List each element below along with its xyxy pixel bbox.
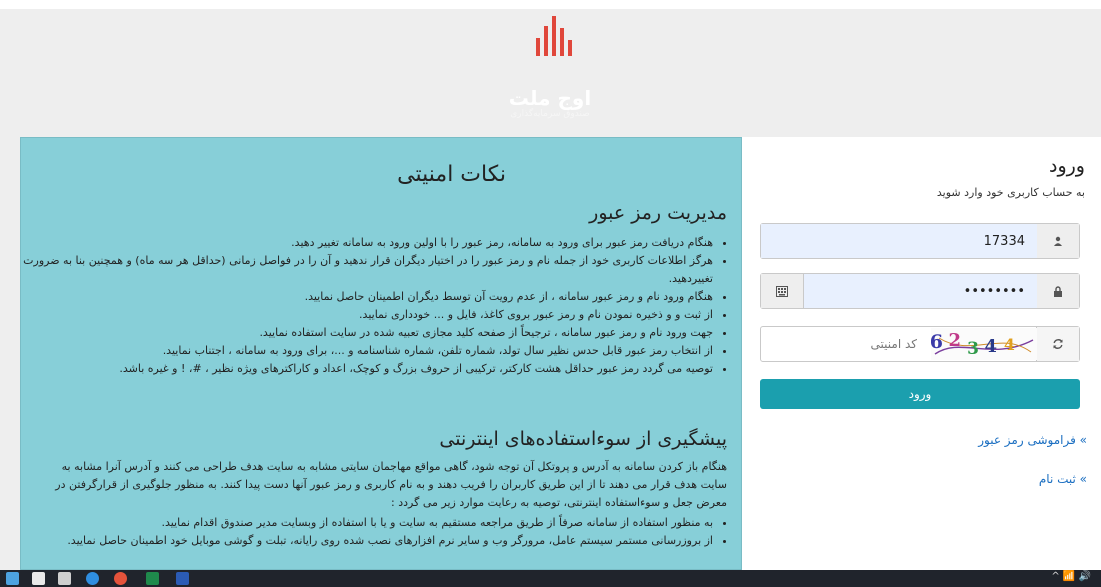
edge-icon[interactable]	[86, 572, 99, 585]
login-title: ورود	[1049, 155, 1085, 177]
svg-text:6: 6	[931, 331, 943, 353]
abuse-section-title: پیشگیری از سوءاستفاده‌های اینترنتی	[439, 428, 727, 450]
captcha-input[interactable]	[803, 327, 929, 361]
keyboard-icon[interactable]	[761, 274, 804, 308]
list-item: هنگام ورود نام و رمز عبور سامانه ، از عد…	[23, 288, 713, 306]
password-tips-list: هنگام دریافت رمز عبور برای ورود به سامان…	[23, 234, 735, 378]
excel-icon[interactable]	[146, 572, 159, 585]
abuse-tips-list: به منظور استفاده از سامانه صرفاً از طریق…	[23, 514, 735, 550]
top-strip	[0, 0, 1101, 9]
list-item: از بروزرسانی مستمر سیستم عامل، مرورگر وب…	[23, 532, 713, 550]
mail-icon[interactable]	[58, 572, 71, 585]
list-item: هرگز اطلاعات کاربری خود از جمله نام و رم…	[23, 252, 713, 288]
list-item: به منظور استفاده از سامانه صرفاً از طریق…	[23, 514, 713, 532]
system-tray[interactable]: ^ 📶 🔊	[1051, 571, 1091, 582]
word-icon[interactable]	[176, 572, 189, 585]
logo-bars-icon	[536, 16, 572, 56]
login-panel: ورود به حساب کاربری خود وارد شوید 6 2 3 …	[742, 137, 1101, 570]
forgot-password-link[interactable]: » فراموشی رمز عبور	[978, 433, 1087, 447]
svg-text:3: 3	[967, 339, 979, 359]
file-explorer-icon[interactable]	[6, 572, 19, 585]
captcha-field: 6 2 3 4 4	[760, 326, 1080, 362]
brand-logo: اوج ملت صندوق سرمایه‌گذاری	[0, 12, 1101, 122]
refresh-icon[interactable]	[1036, 327, 1079, 361]
brand-tagline: صندوق سرمایه‌گذاری	[510, 109, 590, 119]
svg-text:4: 4	[984, 336, 997, 357]
password-field	[760, 273, 1080, 309]
user-icon	[1036, 224, 1079, 258]
chrome-icon[interactable]	[114, 572, 127, 585]
username-input[interactable]	[761, 224, 1037, 258]
password-section-title: مدیریت رمز عبور	[589, 202, 727, 224]
security-tips-panel: نکات امنیتی مدیریت رمز عبور هنگام دریافت…	[20, 137, 742, 570]
taskbar: ^ 📶 🔊	[0, 570, 1101, 587]
password-input[interactable]	[803, 274, 1037, 308]
list-item: از ثبت و و ذخیره نمودن نام و رمز عبور بر…	[23, 306, 713, 324]
login-subtitle: به حساب کاربری خود وارد شوید	[936, 186, 1085, 199]
list-item: توصیه می گردد رمز عبور حداقل هشت کارکتر،…	[23, 360, 713, 378]
svg-text:4: 4	[1004, 335, 1015, 354]
login-button[interactable]: ورود	[760, 379, 1080, 409]
register-link[interactable]: » ثبت نام	[1039, 472, 1087, 486]
lock-icon	[1036, 274, 1079, 308]
abuse-paragraph: هنگام باز کردن سامانه به آدرس و پروتکل آ…	[55, 460, 727, 509]
captcha-image: 6 2 3 4 4	[931, 328, 1037, 360]
svg-text:2: 2	[948, 330, 961, 351]
username-field	[760, 223, 1080, 259]
list-item: از انتخاب رمز عبور قابل حدس نظیر سال تول…	[23, 342, 713, 360]
security-tips-title: نکات امنیتی	[397, 162, 506, 187]
list-item: هنگام دریافت رمز عبور برای ورود به سامان…	[23, 234, 713, 252]
store-icon[interactable]	[32, 572, 45, 585]
list-item: جهت ورود نام و رمز عبور سامانه ، ترجیحاً…	[23, 324, 713, 342]
brand-name: اوج ملت	[508, 86, 592, 110]
